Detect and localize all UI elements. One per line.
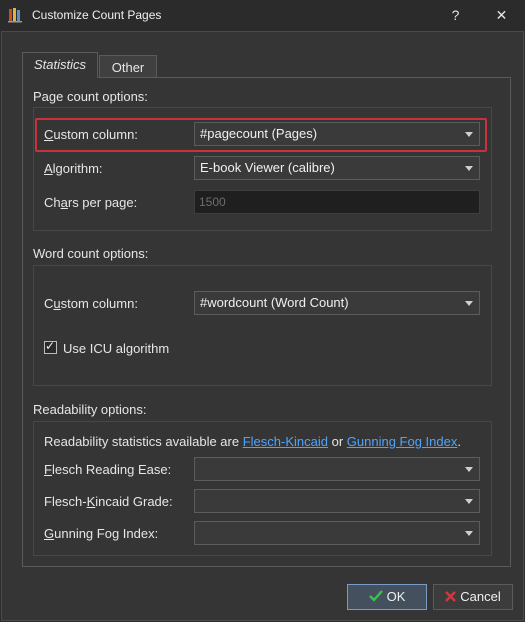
gunning-fog-link[interactable]: Gunning Fog Index — [347, 434, 458, 449]
chevron-down-icon — [465, 166, 473, 171]
chevron-down-icon — [465, 531, 473, 536]
close-icon: ✕ — [495, 7, 508, 23]
page-count-section-label: Page count options: — [33, 89, 148, 104]
chars-per-page-input: 1500 — [194, 190, 480, 214]
close-button[interactable]: ✕ — [479, 0, 524, 31]
word-count-section-label: Word count options: — [33, 246, 149, 261]
help-icon: ? — [451, 7, 460, 23]
window-title: Customize Count Pages — [32, 8, 162, 22]
tab-other[interactable]: Other — [99, 55, 157, 78]
page-custom-column-select[interactable]: #pagecount (Pages) — [194, 122, 480, 146]
chars-per-page-label: Chars per page: — [44, 195, 138, 210]
flesch-kincaid-grade-label: Flesch-Kincaid Grade: — [44, 494, 173, 509]
algorithm-select[interactable]: E-book Viewer (calibre) — [194, 156, 480, 180]
page-custom-column-label: Custom column: — [44, 127, 138, 142]
flesch-kincaid-link[interactable]: Flesch-Kincaid — [243, 434, 328, 449]
page-custom-column-value: #pagecount (Pages) — [200, 126, 318, 141]
checkmark-icon: ✓ — [45, 339, 56, 353]
word-count-group — [33, 265, 492, 386]
tab-statistics[interactable]: Statistics — [22, 52, 98, 78]
algorithm-label: Algorithm: — [44, 161, 103, 176]
chevron-down-icon — [465, 499, 473, 504]
readability-info-text: Readability statistics available are Fle… — [44, 434, 461, 449]
gunning-fog-index-label: Gunning Fog Index: — [44, 526, 159, 541]
ok-button-label: OK — [386, 589, 406, 604]
flesch-reading-ease-select[interactable] — [194, 457, 480, 481]
icu-algorithm-label[interactable]: Use ICU algorithm — [63, 341, 169, 356]
word-custom-column-select[interactable]: #wordcount (Word Count) — [194, 291, 480, 315]
help-button[interactable]: ? — [433, 0, 478, 31]
flesch-kincaid-grade-select[interactable] — [194, 489, 480, 513]
chevron-down-icon — [465, 301, 473, 306]
word-custom-column-label: Custom column: — [44, 296, 138, 311]
word-custom-column-value: #wordcount (Word Count) — [200, 295, 349, 310]
cancel-x-icon — [445, 591, 457, 602]
flesch-reading-ease-label: Flesch Reading Ease: — [44, 462, 172, 477]
calibre-app-icon — [8, 8, 22, 23]
chevron-down-icon — [465, 132, 473, 137]
icu-algorithm-checkbox[interactable]: ✓ — [44, 339, 57, 354]
chevron-down-icon — [465, 467, 473, 472]
title-bar: Customize Count Pages ? ✕ — [0, 0, 525, 31]
cancel-button[interactable]: Cancel — [433, 584, 513, 610]
cancel-button-label: Cancel — [460, 589, 501, 604]
ok-button[interactable]: OK — [347, 584, 427, 610]
checkmark-icon — [368, 590, 383, 602]
readability-section-label: Readability options: — [33, 402, 147, 417]
gunning-fog-index-select[interactable] — [194, 521, 480, 545]
algorithm-value: E-book Viewer (calibre) — [200, 160, 335, 175]
